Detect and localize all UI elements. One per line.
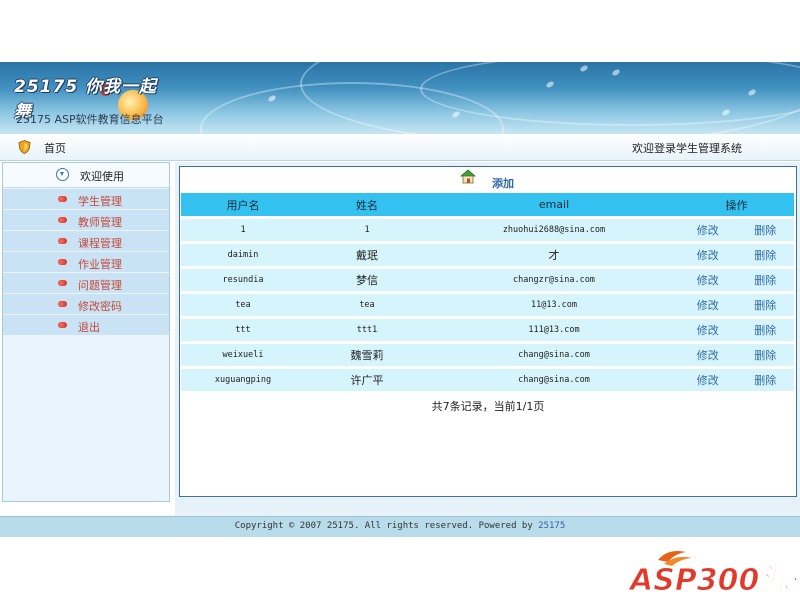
sidebar-item-teacher-management[interactable]: 教师管理 <box>3 210 169 230</box>
sidebar-item-homework-management[interactable]: 作业管理 <box>3 252 169 272</box>
cell-email: 111@13.com <box>429 319 679 341</box>
table-row: ttt ttt1 111@13.com 修改 删除 <box>181 319 794 341</box>
cell-name: tea <box>305 294 429 316</box>
edit-link[interactable]: 修改 <box>679 269 737 291</box>
table-row: weixueli 魏雪莉 chang@sina.com 修改 删除 <box>181 344 794 366</box>
sidebar-item-logout[interactable]: 退出 <box>3 315 169 335</box>
cell-email: 才 <box>429 244 679 266</box>
column-header-username: 用户名 <box>181 193 305 216</box>
delete-link[interactable]: 删除 <box>736 244 794 266</box>
expand-icon <box>56 168 69 181</box>
delete-link[interactable]: 删除 <box>736 269 794 291</box>
header-banner: 25175 你我一起舞 25175 ASP软件教育信息平台 <box>0 62 800 134</box>
delete-link[interactable]: 删除 <box>736 294 794 316</box>
table-row: resundia 梦信 changzr@sina.com 修改 删除 <box>181 269 794 291</box>
delete-link[interactable]: 删除 <box>736 369 794 391</box>
cell-email: 11@13.com <box>429 294 679 316</box>
table-row: tea tea 11@13.com 修改 删除 <box>181 294 794 316</box>
delete-link[interactable]: 删除 <box>736 319 794 341</box>
table-row: 1 1 zhuohui2688@sina.com 修改 删除 <box>181 219 794 241</box>
table-header-row: 用户名 姓名 email 操作 <box>181 193 794 216</box>
edit-link[interactable]: 修改 <box>679 294 737 316</box>
table-row: xuguangping 许广平 chang@sina.com 修改 删除 <box>181 369 794 391</box>
cell-username: 1 <box>181 219 305 241</box>
edit-link[interactable]: 修改 <box>679 244 737 266</box>
pagination-info: 共7条记录，当前1/1页 <box>431 400 545 413</box>
edit-link[interactable]: 修改 <box>679 369 737 391</box>
watermark-logo: ASP300源码 .com <box>628 551 796 598</box>
bullet-icon <box>58 196 67 202</box>
cell-name: ttt1 <box>305 319 429 341</box>
cell-username: resundia <box>181 269 305 291</box>
bullet-icon <box>58 280 67 286</box>
cell-name: 梦信 <box>305 269 429 291</box>
nav-home-link[interactable]: 首页 <box>44 140 66 156</box>
sidebar: 欢迎使用 学生管理 教师管理 课程管理 作业管理 问题管理 修改密码 退出 <box>2 162 170 502</box>
edit-link[interactable]: 修改 <box>679 319 737 341</box>
cell-username: tea <box>181 294 305 316</box>
footer: Copyright © 2007 25175. All rights reser… <box>0 516 800 537</box>
cell-username: ttt <box>181 319 305 341</box>
sidebar-item-label: 教师管理 <box>78 216 122 229</box>
users-table: 用户名 姓名 email 操作 1 1 zhuohui2688@sina.com… <box>181 190 794 394</box>
add-button[interactable]: 添加 <box>492 175 514 191</box>
sidebar-item-question-management[interactable]: 问题管理 <box>3 273 169 293</box>
sidebar-item-course-management[interactable]: 课程管理 <box>3 231 169 251</box>
bullet-icon <box>58 322 67 328</box>
cell-username: daimin <box>181 244 305 266</box>
welcome-message: 欢迎登录学生管理系统 <box>632 142 742 155</box>
cell-email: chang@sina.com <box>429 344 679 366</box>
cell-name: 戴珉 <box>305 244 429 266</box>
cell-name: 许广平 <box>305 369 429 391</box>
sidebar-item-label: 学生管理 <box>78 195 122 208</box>
sidebar-item-label: 修改密码 <box>78 300 122 313</box>
footer-copyright: Copyright © 2007 25175. All rights reser… <box>0 521 800 531</box>
edit-link[interactable]: 修改 <box>679 344 737 366</box>
sidebar-item-label: 课程管理 <box>78 237 122 250</box>
cell-username: xuguangping <box>181 369 305 391</box>
sidebar-item-label: 问题管理 <box>78 279 122 292</box>
sidebar-item-student-management[interactable]: 学生管理 <box>3 189 169 209</box>
column-header-actions: 操作 <box>679 193 794 216</box>
main-panel: 添加 用户名 姓名 email 操作 1 1 zhuohui2688@sina.… <box>179 166 797 497</box>
sidebar-item-label: 退出 <box>78 321 100 334</box>
delete-link[interactable]: 删除 <box>736 219 794 241</box>
top-nav-bar: 首页 欢迎登录学生管理系统 <box>0 134 800 161</box>
cell-email: changzr@sina.com <box>429 269 679 291</box>
cell-name: 1 <box>305 219 429 241</box>
edit-link[interactable]: 修改 <box>679 219 737 241</box>
house-icon[interactable] <box>460 169 476 184</box>
table-row: daimin 戴珉 才 修改 删除 <box>181 244 794 266</box>
bullet-icon <box>58 259 67 265</box>
cell-email: chang@sina.com <box>429 369 679 391</box>
cell-name: 魏雪莉 <box>305 344 429 366</box>
delete-link[interactable]: 删除 <box>736 344 794 366</box>
sidebar-item-label: 作业管理 <box>78 258 122 271</box>
shield-icon <box>18 140 31 154</box>
bullet-icon <box>58 301 67 307</box>
column-header-email: email <box>429 193 679 216</box>
footer-link[interactable]: 25175 <box>538 521 565 531</box>
bullet-icon <box>58 238 67 244</box>
bullet-icon <box>58 217 67 223</box>
watermark-text: ASP300源码 .com <box>628 563 796 598</box>
banner-subtitle: 25175 ASP软件教育信息平台 <box>16 113 164 126</box>
copyright-text: Copyright © 2007 25175. All rights reser… <box>234 521 539 531</box>
cell-username: weixueli <box>181 344 305 366</box>
cell-email: zhuohui2688@sina.com <box>429 219 679 241</box>
sidebar-header-label: 欢迎使用 <box>80 170 124 183</box>
sidebar-item-change-password[interactable]: 修改密码 <box>3 294 169 314</box>
sidebar-header[interactable]: 欢迎使用 <box>3 163 169 188</box>
column-header-name: 姓名 <box>305 193 429 216</box>
